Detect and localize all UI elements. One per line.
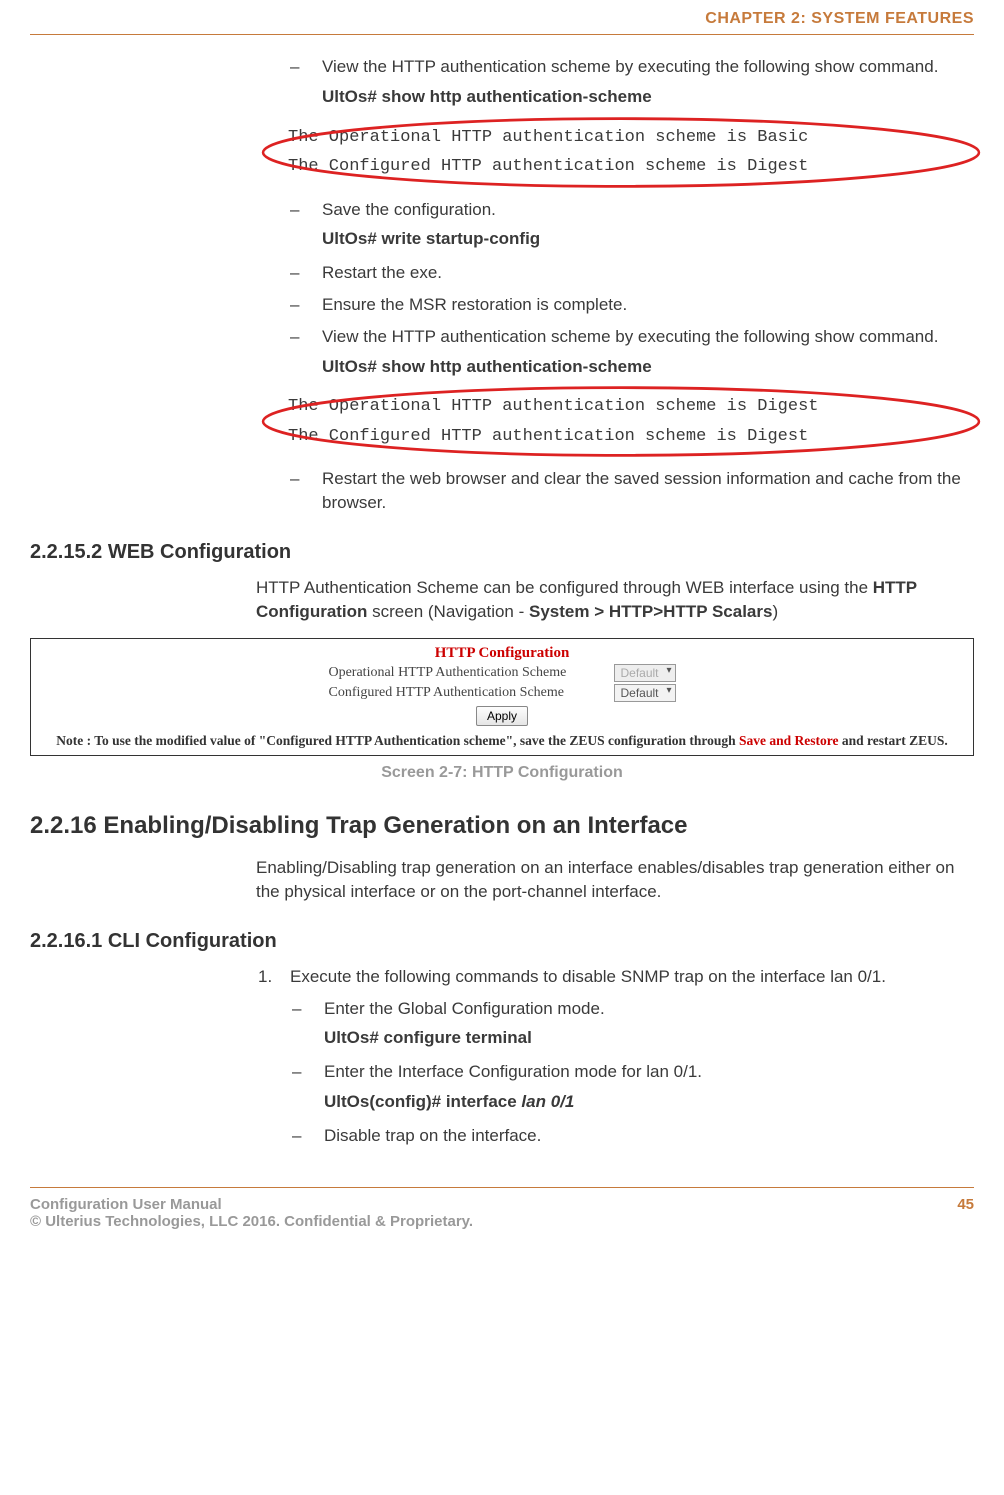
text-fragment: ) xyxy=(772,602,778,621)
substep-disable-trap: Disable trap on the interface. xyxy=(290,1124,974,1148)
cli-command: UltOs# show http authentication-scheme xyxy=(322,355,974,379)
heading-trap-generation: 2.2.16 Enabling/Disabling Trap Generatio… xyxy=(30,812,974,840)
text-fragment: screen (Navigation - xyxy=(367,602,529,621)
cli-output-line: The Configured HTTP authentication schem… xyxy=(288,424,954,450)
cli-output-line: The Operational HTTP authentication sche… xyxy=(288,394,954,420)
text-bold: System > HTTP>HTTP Scalars xyxy=(529,602,772,621)
screenshot-note: Note : To use the modified value of "Con… xyxy=(43,732,961,750)
text-fragment: HTTP Authentication Scheme can be config… xyxy=(256,578,873,597)
substep-global-config: Enter the Global Configuration mode. Ult… xyxy=(290,997,974,1051)
highlighted-output-1: The Operational HTTP authentication sche… xyxy=(258,119,984,186)
step-text: Save the configuration. xyxy=(322,200,496,219)
numbered-step-1: 1. Execute the following commands to dis… xyxy=(256,965,974,989)
heading-web-configuration: 2.2.15.2 WEB Configuration xyxy=(30,541,974,564)
step-restart-browser: Restart the web browser and clear the sa… xyxy=(288,467,974,515)
footer-doc-title: Configuration User Manual xyxy=(30,1196,473,1213)
field-label-operational: Operational HTTP Authentication Scheme xyxy=(328,665,608,681)
step-text: Execute the following commands to disabl… xyxy=(290,967,886,986)
cli-command: UltOs(config)# interface lan 0/1 xyxy=(324,1090,974,1114)
highlighted-output-2: The Operational HTTP authentication sche… xyxy=(258,388,984,455)
chapter-header: CHAPTER 2: SYSTEM FEATURES xyxy=(30,0,974,35)
step-text: Enter the Global Configuration mode. xyxy=(324,999,605,1018)
step-view-scheme-1: View the HTTP authentication scheme by e… xyxy=(288,55,974,109)
step-save-config: Save the configuration. UltOs# write sta… xyxy=(288,198,974,252)
apply-button[interactable]: Apply xyxy=(476,706,528,726)
note-text: Note : To use the modified value of "Con… xyxy=(56,733,739,748)
select-configured-scheme[interactable]: Default xyxy=(614,684,675,702)
step-restart-exe: Restart the exe. xyxy=(288,261,974,285)
step-view-scheme-2: View the HTTP authentication scheme by e… xyxy=(288,325,974,379)
cli-command: UltOs# show http authentication-scheme xyxy=(322,85,974,109)
cmd-arg: lan 0/1 xyxy=(521,1092,574,1111)
cmd-prefix: UltOs(config)# interface xyxy=(324,1092,521,1111)
step-text: View the HTTP authentication scheme by e… xyxy=(322,57,938,76)
page-footer: Configuration User Manual © Ulterius Tec… xyxy=(30,1187,974,1230)
field-label-configured: Configured HTTP Authentication Scheme xyxy=(328,685,608,701)
figure-caption: Screen 2-7: HTTP Configuration xyxy=(30,764,974,782)
note-text: and restart ZEUS. xyxy=(839,733,948,748)
http-config-screenshot: HTTP Configuration Operational HTTP Auth… xyxy=(30,638,974,757)
page-number: 45 xyxy=(957,1196,974,1230)
select-operational-scheme: Default xyxy=(614,664,675,682)
substep-interface-config: Enter the Interface Configuration mode f… xyxy=(290,1060,974,1114)
trap-paragraph: Enabling/Disabling trap generation on an… xyxy=(256,856,974,904)
footer-copyright: © Ulterius Technologies, LLC 2016. Confi… xyxy=(30,1213,473,1230)
note-link: Save and Restore xyxy=(739,733,839,748)
step-text: View the HTTP authentication scheme by e… xyxy=(322,327,938,346)
cli-command: UltOs# configure terminal xyxy=(324,1026,974,1050)
cli-output-line: The Operational HTTP authentication sche… xyxy=(288,125,954,151)
cli-command: UltOs# write startup-config xyxy=(322,227,974,251)
heading-cli-configuration: 2.2.16.1 CLI Configuration xyxy=(30,930,974,953)
step-text: Enter the Interface Configuration mode f… xyxy=(324,1062,702,1081)
step-ensure-msr: Ensure the MSR restoration is complete. xyxy=(288,293,974,317)
cli-output-line: The Configured HTTP authentication schem… xyxy=(288,154,954,180)
web-config-paragraph: HTTP Authentication Scheme can be config… xyxy=(256,576,974,624)
screenshot-title: HTTP Configuration xyxy=(43,645,961,662)
step-number: 1. xyxy=(258,965,272,989)
